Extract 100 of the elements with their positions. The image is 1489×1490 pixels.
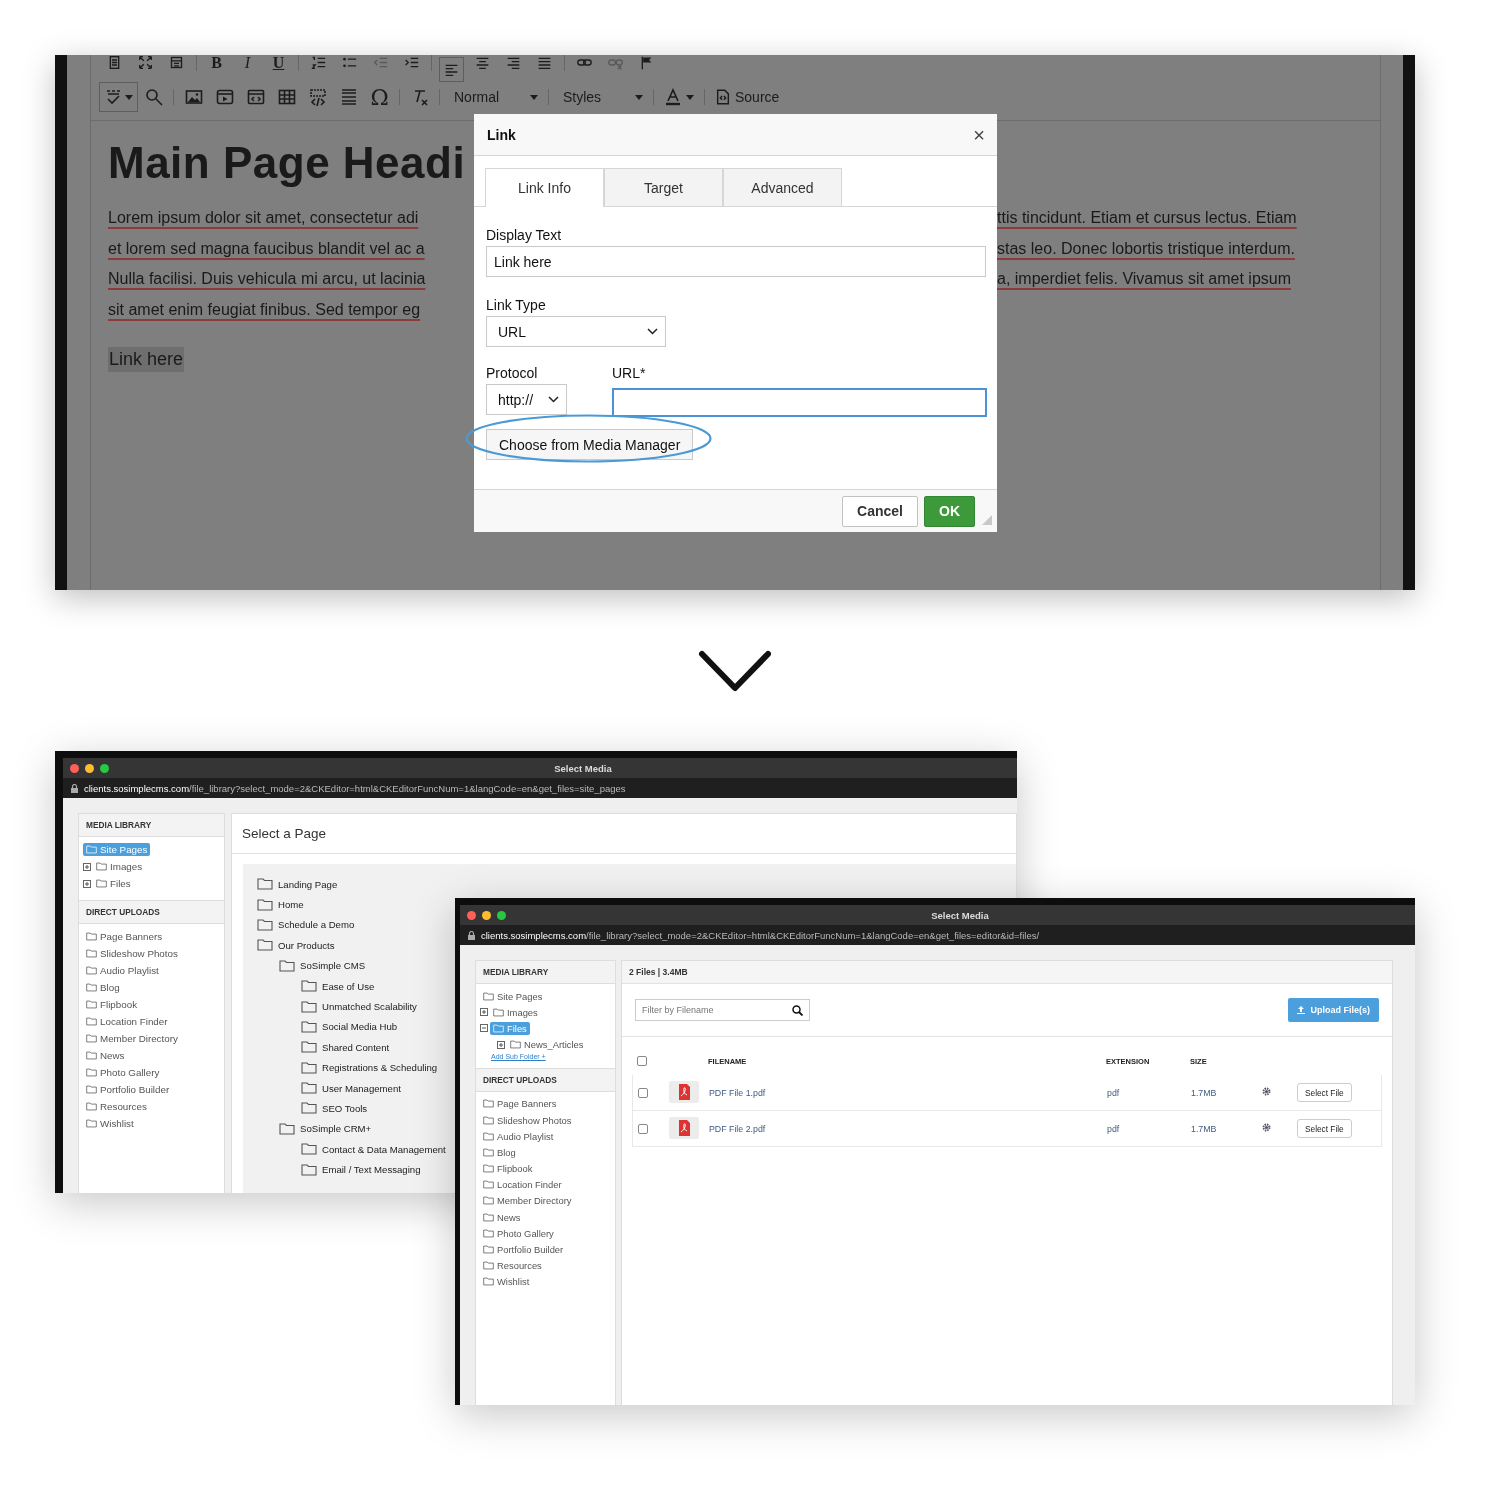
page-item[interactable]: User Management	[301, 1077, 401, 1099]
styles-dropdown[interactable]: Styles	[553, 83, 649, 111]
link-type-select[interactable]: URL	[486, 316, 666, 347]
minimize-window-button[interactable]	[85, 763, 94, 773]
folder-item[interactable]: Images	[490, 1005, 541, 1019]
page-item[interactable]: Registrations & Scheduling	[301, 1057, 438, 1078]
folder-item[interactable]: Blog	[83, 981, 123, 994]
underline-button[interactable]: U	[263, 55, 294, 70]
page-item[interactable]: SoSimple CRM+	[279, 1118, 372, 1140]
protocol-select[interactable]: http://	[486, 384, 567, 415]
image-icon[interactable]	[184, 88, 203, 106]
numbered-list-icon[interactable]	[311, 55, 326, 70]
dialog-tab[interactable]: Link Info	[485, 168, 604, 207]
page-item[interactable]: Shared Content	[301, 1037, 390, 1058]
page-item[interactable]: SEO Tools	[301, 1098, 368, 1119]
page-item[interactable]: SoSimple CMS	[279, 955, 366, 976]
page-item[interactable]: Unmatched Scalability	[301, 996, 417, 1017]
collapse-icon[interactable]	[480, 1024, 488, 1033]
checkbox[interactable]	[637, 1056, 647, 1066]
indent-icon[interactable]	[404, 55, 419, 70]
flag-icon[interactable]	[639, 55, 654, 70]
folder-item[interactable]: Files	[93, 877, 134, 890]
folder-item[interactable]: Resources	[480, 1259, 545, 1273]
folder-item[interactable]: Page Banners	[83, 930, 166, 943]
folder-item[interactable]: Audio Playlist	[480, 1129, 557, 1143]
maximize-window-button[interactable]	[100, 763, 109, 773]
template-icon[interactable]	[169, 55, 184, 70]
expand-icon[interactable]	[83, 879, 91, 888]
folder-item[interactable]: Portfolio Builder	[480, 1243, 567, 1257]
folder-item[interactable]: Wishlist	[480, 1275, 533, 1289]
checkbox[interactable]	[638, 1087, 648, 1098]
align-left-icon[interactable]	[439, 56, 464, 82]
spellcheck-button[interactable]	[99, 82, 138, 112]
folder-item[interactable]: Site Pages	[480, 989, 546, 1003]
folder-item[interactable]: Slideshow Photos	[480, 1113, 575, 1127]
folder-item[interactable]: Location Finder	[480, 1178, 565, 1192]
folder-item[interactable]: Flipbook	[83, 998, 141, 1011]
ok-button[interactable]: OK	[924, 495, 975, 527]
folder-item[interactable]: Photo Gallery	[480, 1226, 557, 1240]
folder-item[interactable]: Page Banners	[480, 1097, 560, 1111]
align-right-icon[interactable]	[506, 55, 521, 70]
document-icon[interactable]	[107, 55, 122, 70]
folder-item[interactable]: News	[83, 1049, 128, 1062]
folder-item[interactable]: Portfolio Builder	[83, 1083, 173, 1096]
italic-button[interactable]: I	[232, 55, 263, 70]
page-item[interactable]: Social Media Hub	[301, 1016, 398, 1038]
folder-item[interactable]: Images	[93, 860, 146, 873]
close-button[interactable]: ×	[973, 124, 985, 145]
folder-item[interactable]: Slideshow Photos	[83, 947, 181, 960]
settings-icon[interactable]	[1262, 1123, 1271, 1132]
select-file-button[interactable]: Select File	[1297, 1083, 1352, 1102]
source-button[interactable]: Source	[709, 88, 786, 106]
video-icon[interactable]	[215, 88, 234, 106]
page-item[interactable]: Email / Text Messaging	[301, 1159, 421, 1180]
folder-item[interactable]: Resources	[83, 1100, 150, 1113]
special-character-button[interactable]: Ω	[364, 84, 395, 110]
select-file-button[interactable]: Select File	[1297, 1119, 1352, 1138]
dialog-tab[interactable]: Advanced	[723, 168, 842, 206]
close-window-button[interactable]	[70, 763, 79, 773]
spellcheck-icon[interactable]	[104, 88, 122, 106]
file-link[interactable]: PDF File 2.pdf	[709, 1123, 1107, 1134]
format-dropdown[interactable]: Normal	[444, 83, 544, 111]
search-icon[interactable]	[144, 88, 163, 106]
folder-item[interactable]: News_Articles	[507, 1038, 587, 1052]
folder-item[interactable]: Blog	[480, 1145, 519, 1159]
horizontal-rule-icon[interactable]	[339, 88, 358, 106]
page-item[interactable]: Home	[257, 894, 304, 915]
dialog-tab[interactable]: Target	[604, 168, 723, 206]
justify-icon[interactable]	[537, 55, 552, 70]
expand-icon[interactable]	[497, 1040, 505, 1049]
bold-button[interactable]: B	[201, 55, 232, 70]
settings-icon[interactable]	[1262, 1087, 1271, 1096]
div-block-icon[interactable]	[308, 88, 327, 106]
cancel-button[interactable]: Cancel	[842, 495, 918, 527]
maximize-window-button[interactable]	[497, 910, 506, 920]
align-center-icon[interactable]	[475, 55, 490, 70]
filter-field[interactable]: Filter by Filename	[635, 999, 810, 1021]
iframe-icon[interactable]	[246, 88, 265, 106]
minimize-window-button[interactable]	[482, 910, 491, 920]
media-manager-button[interactable]: Choose from Media Manager	[486, 429, 694, 460]
page-item[interactable]: Landing Page	[257, 874, 338, 895]
maximize-icon[interactable]	[138, 55, 153, 70]
folder-item[interactable]: Member Directory	[480, 1194, 575, 1208]
page-item[interactable]: Schedule a Demo	[257, 914, 355, 936]
expand-icon[interactable]	[480, 1008, 488, 1017]
url-field[interactable]	[612, 388, 987, 417]
file-link[interactable]: PDF File 1.pdf	[709, 1087, 1107, 1098]
display-text-field[interactable]: Link here	[486, 246, 986, 277]
folder-item[interactable]: Location Finder	[83, 1015, 171, 1028]
bulleted-list-icon[interactable]	[342, 55, 357, 70]
folder-item[interactable]: Photo Gallery	[83, 1066, 163, 1079]
folder-item[interactable]: Audio Playlist	[83, 964, 162, 977]
text-color-icon[interactable]	[664, 88, 682, 106]
close-window-button[interactable]	[467, 910, 476, 920]
folder-item[interactable]: News	[480, 1210, 524, 1224]
folder-item[interactable]: Wishlist	[83, 1117, 137, 1130]
table-icon[interactable]	[277, 88, 296, 106]
page-item[interactable]: Contact & Data Management	[301, 1139, 446, 1160]
folder-item[interactable]: Member Directory	[83, 1032, 181, 1045]
page-item[interactable]: Our Products	[257, 935, 335, 956]
